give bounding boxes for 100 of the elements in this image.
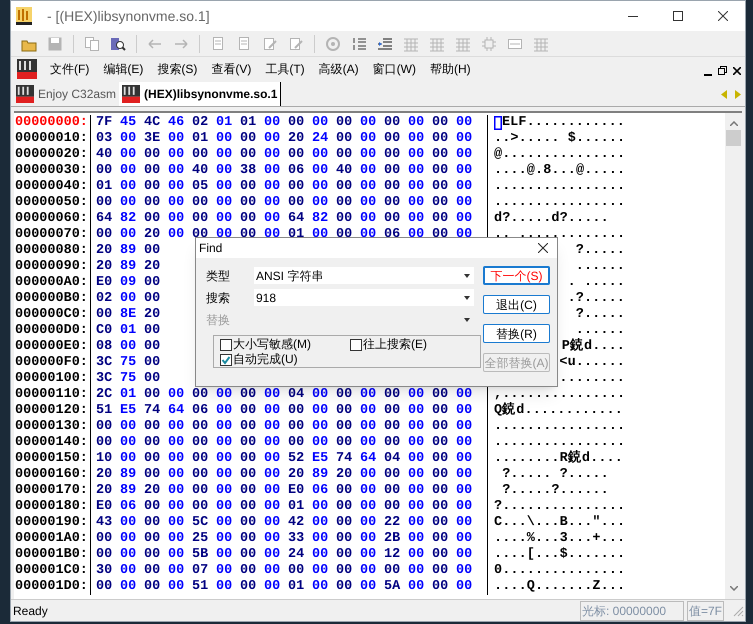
hex-byte: 00 bbox=[408, 515, 426, 531]
ascii-text: ....[...$....... bbox=[494, 547, 626, 563]
hex-byte: 00 bbox=[408, 147, 426, 163]
hex-byte: 01 bbox=[288, 499, 306, 515]
hex-byte: 00 bbox=[144, 163, 162, 179]
dialog-button[interactable]: 下一个(S) bbox=[483, 266, 550, 285]
hex-byte: 00 bbox=[240, 179, 258, 195]
ascii-text: @............... bbox=[494, 147, 626, 163]
menu-item[interactable]: 搜索(S) bbox=[150, 59, 204, 79]
hex-byte: 00 bbox=[432, 451, 450, 467]
hex-byte: 00 bbox=[408, 403, 426, 419]
hex-byte: 00 bbox=[408, 387, 426, 403]
ascii-text: ................ bbox=[494, 179, 626, 195]
field-label: 替换 bbox=[206, 312, 231, 328]
scrollbar[interactable] bbox=[725, 113, 742, 599]
ascii-text: ?..... bbox=[576, 243, 625, 259]
app-logo-icon bbox=[16, 85, 34, 103]
hex-byte: 00 bbox=[96, 307, 114, 323]
hex-byte: 3E bbox=[144, 131, 162, 147]
combo-box[interactable]: 918 bbox=[254, 289, 474, 306]
scroll-left-icon[interactable] bbox=[721, 90, 727, 99]
menu-item[interactable]: 查看(V) bbox=[204, 59, 258, 79]
checkbox[interactable] bbox=[350, 338, 362, 350]
hex-byte: 00 bbox=[312, 579, 330, 595]
hex-byte: 00 bbox=[264, 547, 282, 563]
hex-byte: 00 bbox=[336, 531, 354, 547]
menu-item[interactable]: 窗口(W) bbox=[366, 59, 423, 79]
hex-byte: 00 bbox=[432, 387, 450, 403]
dialog-button[interactable]: 退出(C) bbox=[483, 295, 550, 314]
hex-byte: 00 bbox=[144, 419, 162, 435]
hex-byte: 00 bbox=[360, 547, 378, 563]
hex-byte: 74 bbox=[144, 403, 162, 419]
hex-byte: 00 bbox=[264, 115, 282, 131]
checkbox-option[interactable]: 大小写敏感(M) bbox=[220, 337, 350, 352]
checkbox-option[interactable]: 自动完成(U) bbox=[220, 352, 350, 367]
indent-icon[interactable] bbox=[377, 36, 393, 52]
list-icon[interactable] bbox=[351, 36, 367, 52]
hex-byte: 00 bbox=[360, 147, 378, 163]
scrollbar-thumb[interactable] bbox=[726, 130, 741, 146]
hex-byte: 8E bbox=[120, 307, 138, 323]
hex-byte: 64 bbox=[360, 451, 378, 467]
dropdown-arrow-icon[interactable] bbox=[464, 296, 470, 300]
hex-byte: 43 bbox=[96, 515, 114, 531]
ascii-text: ................ bbox=[494, 435, 626, 450]
hex-byte: 42 bbox=[288, 515, 306, 531]
address: 00000120: bbox=[14, 403, 89, 419]
hex-byte: 00 bbox=[144, 531, 162, 547]
hex-byte: 00 bbox=[168, 547, 186, 563]
app-logo-icon bbox=[17, 59, 37, 79]
size-grip-icon[interactable] bbox=[732, 604, 744, 616]
scroll-down-icon[interactable] bbox=[730, 586, 738, 591]
hex-byte: 00 bbox=[168, 131, 186, 147]
hex-byte: 00 bbox=[192, 467, 210, 483]
ascii-text: ....%...3...+... bbox=[494, 531, 626, 547]
document-tab[interactable]: Enjoy C32asm bbox=[13, 82, 120, 106]
ascii-text: C...\...B..."... bbox=[494, 515, 626, 531]
hex-byte: 5A bbox=[384, 579, 402, 595]
close-icon bbox=[718, 11, 728, 21]
menu-item[interactable]: 帮助(H) bbox=[422, 59, 478, 79]
checkbox-option[interactable]: 往上搜索(E) bbox=[350, 337, 480, 352]
hex-byte: 20 bbox=[96, 243, 114, 259]
hex-byte: 00 bbox=[240, 387, 258, 403]
scroll-up-icon[interactable] bbox=[730, 121, 738, 126]
hex-byte: 64 bbox=[96, 211, 114, 227]
menu-item[interactable]: 高级(A) bbox=[312, 59, 366, 79]
close-icon[interactable] bbox=[733, 67, 741, 75]
hex-byte: 46 bbox=[168, 115, 186, 131]
hex-byte: 00 bbox=[144, 579, 162, 595]
value-readout: 值=7F bbox=[686, 600, 724, 620]
hex-byte: 00 bbox=[216, 387, 234, 403]
hex-byte: E0 bbox=[96, 499, 114, 515]
hex-byte: 00 bbox=[432, 547, 450, 563]
restore-icon[interactable] bbox=[718, 66, 727, 75]
hex-byte: 00 bbox=[240, 435, 258, 451]
hex-byte: 00 bbox=[456, 403, 474, 419]
search-icon[interactable] bbox=[110, 36, 126, 52]
checkbox[interactable] bbox=[220, 354, 232, 366]
hex-byte: 00 bbox=[336, 403, 354, 419]
document-tab[interactable]: (HEX)libsynonvme.so.1 bbox=[119, 82, 282, 106]
hex-byte: 7F bbox=[96, 115, 114, 131]
dialog-button[interactable]: 替换(R) bbox=[483, 324, 550, 343]
hex-byte: 00 bbox=[216, 131, 234, 147]
menu-item[interactable]: 工具(T) bbox=[258, 59, 312, 79]
hex-byte: 00 bbox=[456, 147, 474, 163]
combo-box[interactable]: ANSI 字符串 bbox=[254, 267, 474, 284]
hex-byte: 00 bbox=[168, 483, 186, 499]
scroll-right-icon[interactable] bbox=[735, 90, 741, 99]
hex-byte: 00 bbox=[144, 147, 162, 163]
hex-byte: 00 bbox=[408, 547, 426, 563]
dropdown-arrow-icon[interactable] bbox=[464, 274, 470, 278]
hex-byte: 00 bbox=[144, 387, 162, 403]
checkbox[interactable] bbox=[220, 338, 232, 350]
hex-byte: 00 bbox=[144, 195, 162, 211]
hex-byte: 00 bbox=[240, 483, 258, 499]
close-icon[interactable] bbox=[538, 243, 548, 253]
menu-item[interactable]: 编辑(E) bbox=[96, 59, 150, 79]
menu-item[interactable]: 文件(F) bbox=[43, 59, 96, 79]
ascii-text: ................ bbox=[494, 419, 626, 435]
maximize-icon bbox=[672, 11, 682, 21]
ascii-text: ...... bbox=[576, 323, 625, 338]
